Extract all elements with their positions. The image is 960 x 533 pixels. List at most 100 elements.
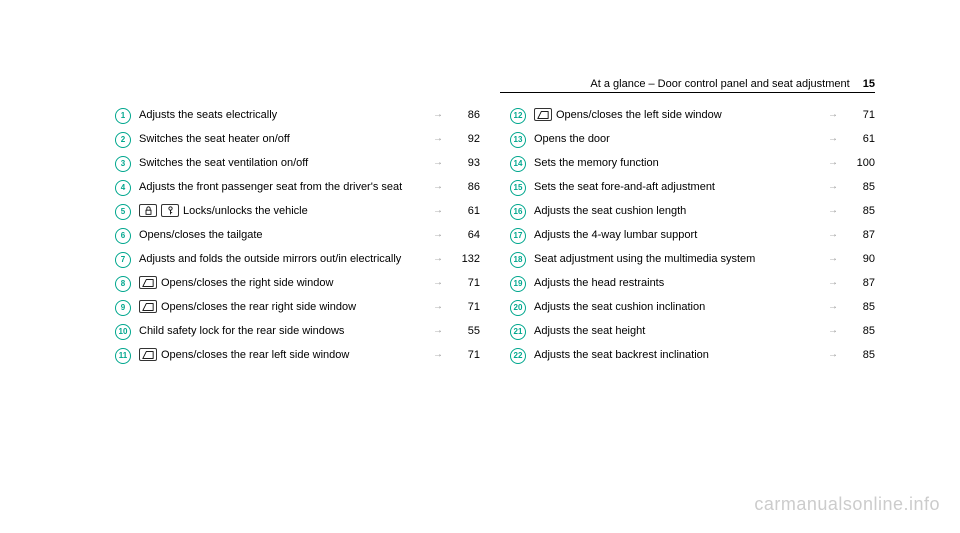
list-item: 19 Adjusts the head restraints →87 bbox=[510, 272, 875, 296]
page-ref-number: 71 bbox=[448, 300, 480, 315]
item-text: Seat adjustment using the multimedia sys… bbox=[534, 252, 755, 267]
item-description: Opens/closes the tailgate bbox=[131, 228, 428, 243]
page-ref-number: 93 bbox=[448, 156, 480, 171]
item-number-badge: 9 bbox=[115, 300, 131, 316]
content-columns: 1Adjusts the seats electrically→862Switc… bbox=[115, 104, 875, 368]
page-ref-number: 86 bbox=[448, 180, 480, 195]
page-ref-arrow-icon: → bbox=[823, 108, 843, 122]
page-ref-number: 71 bbox=[843, 108, 875, 123]
item-text: Adjusts and folds the outside mirrors ou… bbox=[139, 252, 401, 267]
item-text: Opens/closes the tailgate bbox=[139, 228, 263, 243]
page-ref-number: 71 bbox=[448, 348, 480, 363]
item-text: Adjusts the seat cushion length bbox=[534, 204, 686, 219]
page-ref-arrow-icon: → bbox=[428, 228, 448, 242]
window-icon bbox=[534, 108, 552, 121]
page-ref-arrow-icon: → bbox=[428, 276, 448, 290]
item-text: Adjusts the seat backrest inclination bbox=[534, 348, 709, 363]
item-description: Adjusts the seat cushion length bbox=[526, 204, 823, 219]
page-ref-number: 85 bbox=[843, 324, 875, 339]
item-number-badge: 15 bbox=[510, 180, 526, 196]
item-text: Sets the memory function bbox=[534, 156, 659, 171]
item-text: Adjusts the seats electrically bbox=[139, 108, 277, 123]
item-description: Child safety lock for the rear side wind… bbox=[131, 324, 428, 339]
right-column: 12Opens/closes the left side window→7113… bbox=[510, 104, 875, 368]
list-item: 15Sets the seat fore-and-aft adjustment→… bbox=[510, 176, 875, 200]
page-ref-arrow-icon: → bbox=[823, 348, 843, 362]
key-icon bbox=[161, 204, 179, 217]
page-ref-arrow-icon: → bbox=[823, 276, 843, 290]
item-number-badge: 11 bbox=[115, 348, 131, 364]
item-text: Switches the seat ventilation on/off bbox=[139, 156, 308, 171]
item-text: Locks/unlocks the vehicle bbox=[183, 204, 308, 219]
item-text: Adjusts the seat cushion inclination bbox=[534, 300, 705, 315]
list-item: 17Adjusts the 4-way lumbar support→87 bbox=[510, 224, 875, 248]
item-number-badge: 4 bbox=[115, 180, 131, 196]
page-ref-arrow-icon: → bbox=[428, 324, 448, 338]
item-number-badge: 16 bbox=[510, 204, 526, 220]
page-ref-number: 85 bbox=[843, 348, 875, 363]
item-description: Adjusts the seat backrest inclination bbox=[526, 348, 823, 363]
page-ref-number: 85 bbox=[843, 180, 875, 195]
item-text: Adjusts the front passenger seat from th… bbox=[139, 180, 402, 195]
page-ref-arrow-icon: → bbox=[428, 108, 448, 122]
header-title: At a glance – Door control panel and sea… bbox=[590, 78, 849, 90]
left-column: 1Adjusts the seats electrically→862Switc… bbox=[115, 104, 480, 368]
item-text: Child safety lock for the rear side wind… bbox=[139, 324, 344, 339]
page-ref-arrow-icon: → bbox=[823, 324, 843, 338]
list-item: 2Switches the seat heater on/off→92 bbox=[115, 128, 480, 152]
window-icon bbox=[139, 300, 157, 313]
item-number-badge: 5 bbox=[115, 204, 131, 220]
item-description: Opens/closes the left side window bbox=[526, 108, 823, 123]
window-icon bbox=[139, 276, 157, 289]
item-number-badge: 8 bbox=[115, 276, 131, 292]
header-pagenum: 15 bbox=[863, 78, 875, 90]
item-description: Seat adjustment using the multimedia sys… bbox=[526, 252, 823, 267]
page-ref-number: 132 bbox=[448, 252, 480, 267]
list-item: 13Opens the door→61 bbox=[510, 128, 875, 152]
item-description: Adjusts the seat height bbox=[526, 324, 823, 339]
page-ref-number: 87 bbox=[843, 228, 875, 243]
page-ref-arrow-icon: → bbox=[428, 156, 448, 170]
watermark: carmanualsonline.info bbox=[754, 494, 940, 515]
item-number-badge: 21 bbox=[510, 324, 526, 340]
item-description: Switches the seat heater on/off bbox=[131, 132, 428, 147]
list-item: 22Adjusts the seat backrest inclination→… bbox=[510, 344, 875, 368]
page-ref-arrow-icon: → bbox=[823, 156, 843, 170]
page-ref-number: 90 bbox=[843, 252, 875, 267]
page-ref-arrow-icon: → bbox=[823, 204, 843, 218]
item-description: Switches the seat ventilation on/off bbox=[131, 156, 428, 171]
item-number-badge: 18 bbox=[510, 252, 526, 268]
page-ref-number: 92 bbox=[448, 132, 480, 147]
page-ref-number: 100 bbox=[843, 156, 875, 171]
item-description: Opens the door bbox=[526, 132, 823, 147]
page-ref-arrow-icon: → bbox=[823, 228, 843, 242]
item-text: Opens/closes the rear right side window bbox=[161, 300, 356, 315]
page-ref-number: 87 bbox=[843, 276, 875, 291]
list-item: 14Sets the memory function→100 bbox=[510, 152, 875, 176]
list-item: 4 Adjusts the front passenger seat from t… bbox=[115, 176, 480, 200]
page-ref-arrow-icon: → bbox=[428, 252, 448, 266]
item-text: Adjusts the head restraints bbox=[534, 276, 664, 291]
list-item: 11 Opens/closes the rear left side window… bbox=[115, 344, 480, 368]
item-number-badge: 17 bbox=[510, 228, 526, 244]
item-description: Adjusts the head restraints bbox=[526, 276, 823, 291]
item-description: Adjusts and folds the outside mirrors ou… bbox=[131, 252, 428, 267]
header-divider bbox=[500, 92, 875, 93]
item-number-badge: 6 bbox=[115, 228, 131, 244]
item-description: Opens/closes the rear left side window bbox=[131, 348, 428, 363]
item-number-badge: 7 bbox=[115, 252, 131, 268]
item-number-badge: 20 bbox=[510, 300, 526, 316]
item-description: Sets the seat fore-and-aft adjustment bbox=[526, 180, 823, 195]
list-item: 16 Adjusts the seat cushion length →85 bbox=[510, 200, 875, 224]
list-item: 10Child safety lock for the rear side wi… bbox=[115, 320, 480, 344]
page-ref-arrow-icon: → bbox=[428, 300, 448, 314]
list-item: 9 Opens/closes the rear right side window… bbox=[115, 296, 480, 320]
list-item: 3Switches the seat ventilation on/off→93 bbox=[115, 152, 480, 176]
item-number-badge: 19 bbox=[510, 276, 526, 292]
item-description: Opens/closes the rear right side window bbox=[131, 300, 428, 315]
item-text: Opens/closes the rear left side window bbox=[161, 348, 349, 363]
item-description: Adjusts the seats electrically bbox=[131, 108, 428, 123]
page-ref-number: 85 bbox=[843, 204, 875, 219]
page-header: At a glance – Door control panel and sea… bbox=[590, 78, 875, 90]
item-number-badge: 13 bbox=[510, 132, 526, 148]
